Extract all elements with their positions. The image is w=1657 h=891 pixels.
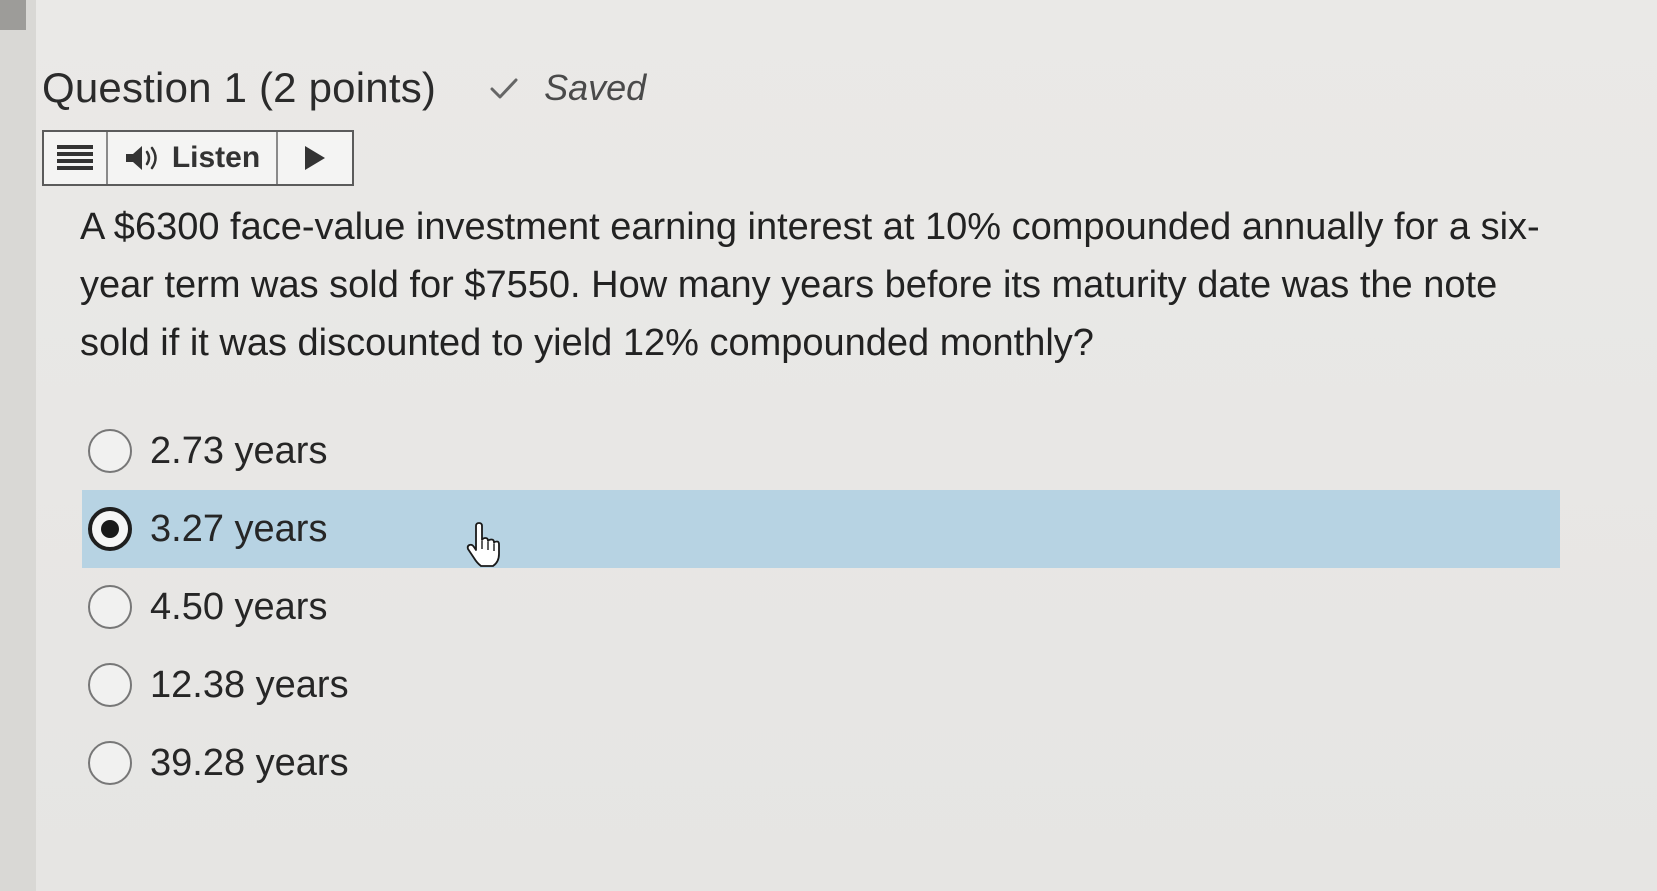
answer-option-label: 39.28 years [150,741,349,784]
radio-button[interactable] [88,741,132,785]
radio-button[interactable] [88,585,132,629]
hamburger-menu-icon [57,145,93,170]
answer-option-label: 3.27 years [150,507,328,550]
listen-toolbar: Listen [42,130,354,186]
question-header: Question 1 (2 points) Saved [42,58,646,118]
answer-option-label: 12.38 years [150,663,349,706]
listen-button[interactable]: Listen [108,132,278,184]
radio-button[interactable] [88,507,132,551]
play-button[interactable] [278,132,352,184]
left-edge-tab [0,0,26,30]
listen-menu-button[interactable] [44,132,108,184]
answer-option[interactable]: 4.50 years [82,568,1560,646]
question-text: A $6300 face-value investment earning in… [80,206,1540,364]
radio-selected-dot [101,520,119,538]
answer-option[interactable]: 39.28 years [82,724,1560,802]
answer-option-label: 4.50 years [150,585,328,628]
answer-option[interactable]: 3.27 years [82,490,1560,568]
listen-label: Listen [171,141,261,174]
saved-status: Saved [488,67,646,109]
checkmark-icon [490,78,518,99]
play-icon [305,146,325,170]
answer-option-label: 2.73 years [150,429,328,472]
question-title: Question 1 (2 points) [42,64,437,111]
answer-option[interactable]: 12.38 years [82,646,1560,724]
saved-label: Saved [544,67,647,108]
answer-option[interactable]: 2.73 years [82,412,1560,490]
radio-button[interactable] [88,663,132,707]
answer-options: 2.73 years 3.27 years 4.50 years 12.38 y… [82,412,1560,802]
left-edge-strip [0,0,36,891]
hand-pointer-icon [466,522,500,567]
radio-button[interactable] [88,429,132,473]
speaker-icon [125,146,157,170]
